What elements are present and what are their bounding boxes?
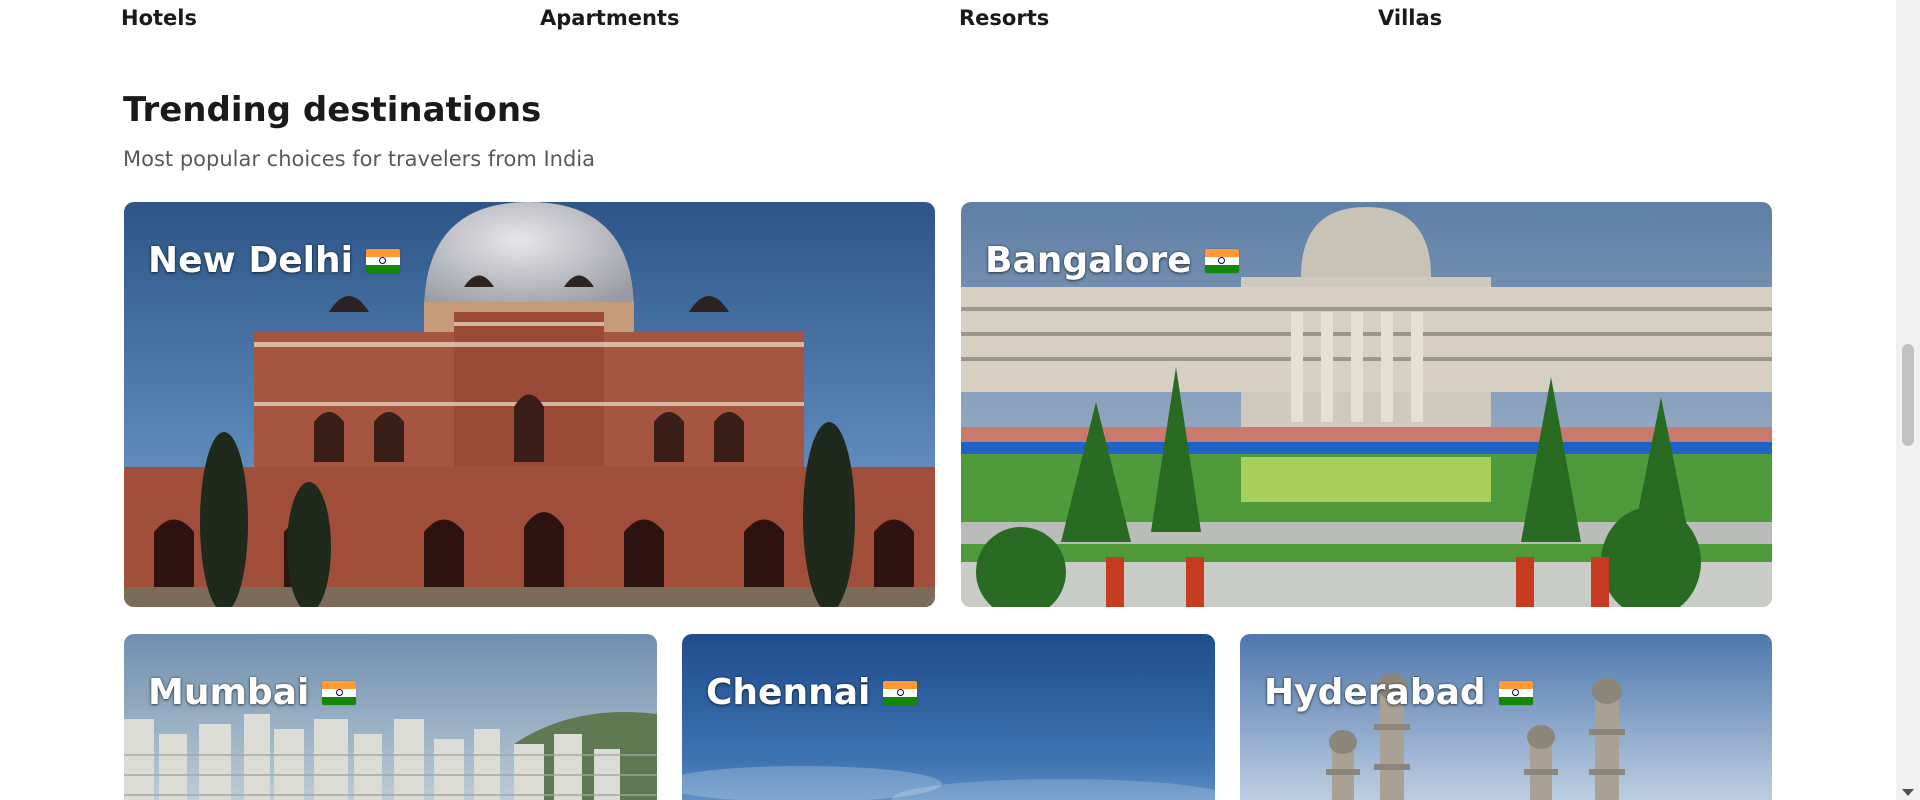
scrollbar-thumb[interactable]	[1902, 344, 1914, 446]
destination-name: Mumbai	[148, 672, 310, 713]
chennai-photo	[682, 634, 1215, 800]
destination-card-mumbai[interactable]: Mumbai	[124, 634, 657, 800]
destination-card-chennai[interactable]: Chennai	[682, 634, 1215, 800]
destination-name: Chennai	[706, 672, 871, 713]
property-type-apartments[interactable]: Apartments	[540, 6, 959, 30]
property-type-resorts[interactable]: Resorts	[959, 6, 1378, 30]
hyderabad-photo	[1240, 634, 1772, 800]
property-type-links: Hotels Apartments Resorts Villas	[121, 6, 1797, 30]
mumbai-photo	[124, 634, 657, 800]
destination-card-bangalore[interactable]: Bangalore	[961, 202, 1772, 607]
page-scrollbar[interactable]	[1896, 0, 1920, 800]
india-flag-icon	[322, 680, 357, 705]
destination-card-new-delhi[interactable]: New Delhi	[124, 202, 935, 607]
scroll-down-arrow-icon[interactable]	[1902, 789, 1914, 796]
destination-name: New Delhi	[148, 240, 353, 281]
section-title: Trending destinations	[123, 90, 542, 130]
destination-name: Bangalore	[985, 240, 1192, 281]
india-flag-icon	[365, 248, 400, 273]
india-flag-icon	[1498, 680, 1533, 705]
property-type-villas[interactable]: Villas	[1378, 6, 1797, 30]
india-flag-icon	[1204, 248, 1239, 273]
destination-name: Hyderabad	[1264, 672, 1486, 713]
india-flag-icon	[883, 680, 918, 705]
section-subtitle: Most popular choices for travelers from …	[123, 147, 595, 171]
destination-card-hyderabad[interactable]: Hyderabad	[1240, 634, 1772, 800]
property-type-hotels[interactable]: Hotels	[121, 6, 540, 30]
